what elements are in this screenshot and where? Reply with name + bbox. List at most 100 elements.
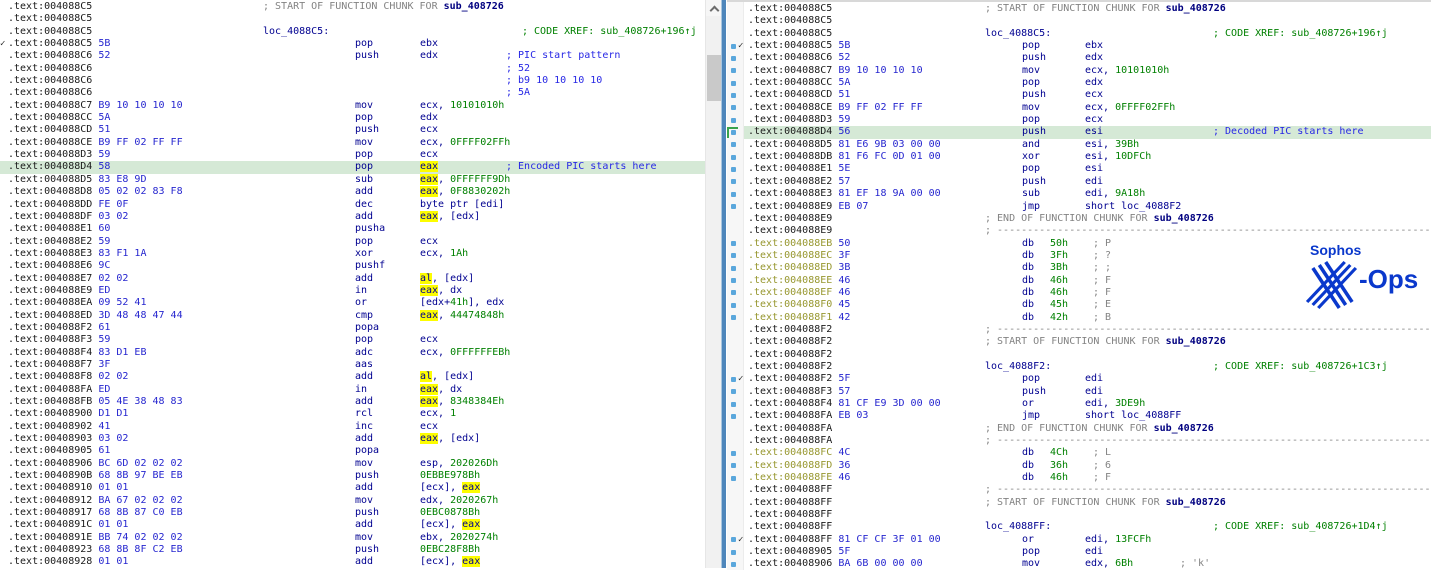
disasm-row[interactable]: .text:004088ED 3D 48 48 47 44cmpeax, 444… <box>0 310 705 322</box>
disasm-row[interactable]: .text:004088D5 81 E6 9B 03 00 00andesi, … <box>727 139 1431 151</box>
disasm-row[interactable]: .text:004088F2loc_4088F2:; CODE XREF: su… <box>727 361 1431 373</box>
disasm-row[interactable]: ✓.text:004088C5 5Bpopebx <box>0 38 705 50</box>
disasm-row[interactable]: .text:004088CC 5Apopedx <box>727 77 1431 89</box>
line-dot-icon <box>731 192 736 197</box>
disasm-row[interactable]: ✓.text:004088FF 81 CF CF 3F 01 00oredi, … <box>727 534 1431 546</box>
line-text: loc_4088C5: <box>263 26 329 38</box>
disasm-row[interactable]: .text:004088E9 EDineax, dx <box>0 285 705 297</box>
disasm-row[interactable]: .text:004088F8 02 02addal, [edx] <box>0 371 705 383</box>
line-text: .text:004088EA 09 52 41 <box>8 297 146 309</box>
disasm-row[interactable]: .text:00408902 41incecx <box>0 421 705 433</box>
disasm-row[interactable]: .text:004088F4 81 CF E9 3D 00 00oredi, 3… <box>727 398 1431 410</box>
disasm-row[interactable]: .text:004088D4 56pushesi; Decoded PIC st… <box>727 126 1431 138</box>
disasm-row[interactable]: .text:004088C6; b9 10 10 10 10 <box>0 75 705 87</box>
disasm-row[interactable]: .text:00408903 03 02addeax, [edx] <box>0 433 705 445</box>
disasm-row[interactable]: .text:004088E9; END OF FUNCTION CHUNK FO… <box>727 213 1431 225</box>
disasm-row[interactable]: .text:004088FA; ------------------------… <box>727 435 1431 447</box>
disasm-row[interactable]: .text:004088E9 EB 07jmpshort loc_4088F2 <box>727 201 1431 213</box>
line-text: .text:00408928 01 01 <box>8 556 128 568</box>
disasm-row[interactable]: .text:004088FA EB 03jmpshort loc_4088FF <box>727 410 1431 422</box>
disasm-row[interactable]: .text:004088F7 3Faas <box>0 359 705 371</box>
disasm-row[interactable]: .text:004088E2 59popecx <box>0 236 705 248</box>
disasm-row[interactable]: .text:004088FF <box>727 509 1431 521</box>
disasm-row[interactable]: .text:004088E2 57pushedi <box>727 176 1431 188</box>
disasm-row[interactable]: .text:004088FF; START OF FUNCTION CHUNK … <box>727 497 1431 509</box>
disasm-row[interactable]: .text:004088FB 05 4E 38 48 83addeax, 834… <box>0 396 705 408</box>
line-text: .text:004088F2 <box>748 349 832 361</box>
disasm-row[interactable]: .text:004088CD 51pushecx <box>0 124 705 136</box>
disasm-row[interactable]: .text:004088C5; START OF FUNCTION CHUNK … <box>727 3 1431 15</box>
disasm-row[interactable]: .text:004088D5 83 E8 9Dsubeax, 0FFFFFF9D… <box>0 174 705 186</box>
disasm-row[interactable]: .text:00408912 BA 67 02 02 02movedx, 202… <box>0 495 705 507</box>
disasm-row[interactable]: .text:004088C7 B9 10 10 10 10movecx, 101… <box>727 65 1431 77</box>
disasm-row[interactable]: .text:004088FA; END OF FUNCTION CHUNK FO… <box>727 423 1431 435</box>
disasm-row[interactable]: .text:00408900 D1 D1rclecx, 1 <box>0 408 705 420</box>
disasm-row[interactable]: .text:004088F3 59popecx <box>0 334 705 346</box>
disasm-row[interactable]: .text:00408917 68 8B 87 C0 EBpush0EBC087… <box>0 507 705 519</box>
disasm-row[interactable]: .text:00408905 5Fpopedi <box>727 546 1431 558</box>
disasm-row[interactable]: ✓.text:004088F2 5Fpopedi <box>727 373 1431 385</box>
disasm-row[interactable]: .text:004088FE 46db46h; F <box>727 472 1431 484</box>
disasm-row[interactable]: .text:0040891E BB 74 02 02 02movebx, 202… <box>0 532 705 544</box>
disasm-row[interactable]: .text:004088CD 51pushecx <box>727 89 1431 101</box>
left-pane-scrollbar[interactable] <box>705 0 722 568</box>
disasm-row[interactable]: .text:004088FA EDineax, dx <box>0 384 705 396</box>
disasm-row[interactable]: .text:004088D3 59popecx <box>727 114 1431 126</box>
disasm-row[interactable]: .text:00408923 68 8B 8F C2 EBpush0EBC28F… <box>0 544 705 556</box>
disasm-row[interactable]: .text:00408910 01 01add[ecx], eax <box>0 482 705 494</box>
disasm-row[interactable]: .text:00408906 BA 6B 00 00 00movedx, 6Bh… <box>727 558 1431 570</box>
disasm-row[interactable]: .text:004088F3 57pushedi <box>727 386 1431 398</box>
disasm-row[interactable]: .text:004088E3 83 F1 1Axorecx, 1Ah <box>0 248 705 260</box>
disasm-row[interactable]: .text:004088F2 61popa <box>0 322 705 334</box>
disasm-row[interactable]: .text:004088E1 5Epopesi <box>727 163 1431 175</box>
disasm-row[interactable]: .text:004088FD 36db36h; 6 <box>727 460 1431 472</box>
line-text: 4Ch <box>1050 447 1068 459</box>
disassembly-pane-encoded[interactable]: .text:004088C5; START OF FUNCTION CHUNK … <box>0 0 705 568</box>
disasm-row[interactable]: ✓.text:004088C5 5Bpopebx <box>727 40 1431 52</box>
disasm-row[interactable]: .text:004088D8 05 02 02 83 F8addeax, 0F8… <box>0 186 705 198</box>
line-text: mov <box>1022 65 1040 77</box>
disasm-row[interactable]: .text:004088C6 52pushedx; PIC start patt… <box>0 50 705 62</box>
disasm-row[interactable]: .text:004088E6 9Cpushf <box>0 260 705 272</box>
scrollbar-thumb[interactable] <box>707 55 721 101</box>
disasm-row[interactable]: .text:004088CE B9 FF 02 FF FFmovecx, 0FF… <box>0 137 705 149</box>
disasm-row[interactable]: .text:0040891C 01 01add[ecx], eax <box>0 519 705 531</box>
disasm-row[interactable]: .text:00408928 01 01add[ecx], eax <box>0 556 705 568</box>
disasm-row[interactable]: .text:004088F4 83 D1 EBadcecx, 0FFFFFFEB… <box>0 347 705 359</box>
disasm-row[interactable]: .text:004088DD FE 0Fdecbyte ptr [edi] <box>0 199 705 211</box>
disasm-row[interactable]: .text:004088E3 81 EF 18 9A 00 00subedi, … <box>727 188 1431 200</box>
line-text: ; 'k' <box>1180 558 1210 570</box>
disasm-row[interactable]: .text:004088C5 <box>0 13 705 25</box>
disasm-row[interactable]: .text:004088E9; ------------------------… <box>727 225 1431 237</box>
disasm-row[interactable]: .text:004088C7 B9 10 10 10 10movecx, 101… <box>0 100 705 112</box>
disasm-row[interactable]: .text:004088CC 5Apopedx <box>0 112 705 124</box>
disasm-row[interactable]: .text:004088FC 4Cdb4Ch; L <box>727 447 1431 459</box>
disasm-row[interactable]: .text:004088DB 81 F6 FC 0D 01 00xoresi, … <box>727 151 1431 163</box>
disasm-row[interactable]: .text:004088F2; ------------------------… <box>727 324 1431 336</box>
disasm-row[interactable]: .text:004088EA 09 52 41or[edx+41h], edx <box>0 297 705 309</box>
disasm-row[interactable]: .text:004088C5; START OF FUNCTION CHUNK … <box>0 1 705 13</box>
disasm-row[interactable]: .text:004088DF 03 02addeax, [edx] <box>0 211 705 223</box>
disasm-row[interactable]: .text:004088C6; 52 <box>0 63 705 75</box>
disasm-row[interactable]: .text:004088E1 60pusha <box>0 223 705 235</box>
scroll-up-button[interactable] <box>706 0 722 16</box>
disasm-row[interactable]: .text:00408906 BC 6D 02 02 02movesp, 202… <box>0 458 705 470</box>
disasm-row[interactable]: .text:004088F2; START OF FUNCTION CHUNK … <box>727 336 1431 348</box>
disasm-row[interactable]: .text:004088C5loc_4088C5:; CODE XREF: su… <box>727 28 1431 40</box>
disasm-row[interactable]: .text:004088D4 58popeax; Encoded PIC sta… <box>0 161 705 173</box>
disasm-row[interactable]: .text:004088D3 59popecx <box>0 149 705 161</box>
line-text: edx, 2020267h <box>420 495 498 507</box>
line-text: mov <box>1022 558 1040 570</box>
disasm-row[interactable]: .text:004088E7 02 02addal, [edx] <box>0 273 705 285</box>
disasm-row[interactable]: .text:004088C6 52pushedx <box>727 52 1431 64</box>
disasm-row[interactable]: .text:0040890B 68 8B 97 BE EBpush0EBBE97… <box>0 470 705 482</box>
disasm-row[interactable]: .text:004088F2 <box>727 349 1431 361</box>
disasm-row[interactable]: .text:004088CE B9 FF 02 FF FFmovecx, 0FF… <box>727 102 1431 114</box>
disasm-row[interactable]: .text:004088C6; 5A <box>0 87 705 99</box>
disasm-row[interactable]: .text:00408905 61popa <box>0 445 705 457</box>
line-text: .text:004088CE B9 FF 02 FF FF <box>8 137 183 149</box>
disasm-row[interactable]: .text:004088C5loc_4088C5:; CODE XREF: su… <box>0 26 705 38</box>
disasm-row[interactable]: .text:004088FF; ------------------------… <box>727 484 1431 496</box>
disasm-row[interactable]: .text:004088C5 <box>727 15 1431 27</box>
disasm-row[interactable]: .text:004088FFloc_4088FF:; CODE XREF: su… <box>727 521 1431 533</box>
